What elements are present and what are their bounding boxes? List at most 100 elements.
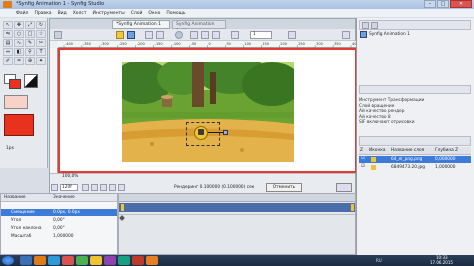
- smooth-move-icon[interactable]: ✥: [14, 21, 24, 29]
- menu-canvas[interactable]: Холст: [73, 11, 87, 16]
- sketch-icon[interactable]: ✐: [3, 57, 13, 65]
- ruler-label: 300: [316, 42, 323, 46]
- cutout-icon[interactable]: ✂: [36, 39, 46, 47]
- explorer-icon[interactable]: [20, 256, 32, 265]
- media-player-icon[interactable]: [34, 256, 46, 265]
- canvas-image[interactable]: [122, 62, 294, 162]
- grid-snap-icon[interactable]: [201, 31, 209, 39]
- param-row[interactable]: Масштаб 1,000000: [1, 233, 117, 240]
- mirror-icon[interactable]: ⇋: [3, 30, 13, 38]
- canvas-browser-item[interactable]: Synfig Animation 1: [369, 32, 410, 37]
- menu-help[interactable]: Помощь: [166, 11, 185, 16]
- opera-icon[interactable]: [62, 256, 74, 265]
- time-cursor-handle[interactable]: [121, 204, 124, 211]
- redo-icon[interactable]: [127, 31, 135, 39]
- quality-icon[interactable]: [175, 31, 183, 39]
- transform-icon[interactable]: ↖: [3, 21, 13, 29]
- ruler-label: 50: [226, 42, 230, 46]
- render-status-text: Рендеринг 0.100000 (0.100000) сек: [174, 185, 255, 190]
- maximize-button[interactable]: □: [437, 0, 449, 8]
- bone-icon[interactable]: ✦: [36, 57, 46, 65]
- keyframe-lock-icon[interactable]: [336, 183, 352, 192]
- menu-window[interactable]: Окно: [148, 11, 160, 16]
- minimize-button[interactable]: –: [424, 0, 436, 8]
- tab-document-active[interactable]: *Synfig Animation 1: [112, 20, 170, 29]
- grid-show-icon[interactable]: [190, 31, 198, 39]
- param-row[interactable]: Угол 0,00°: [1, 217, 117, 224]
- menu-edit[interactable]: Правка: [34, 11, 51, 16]
- param-row[interactable]: Угол наклона 0,00°: [1, 225, 117, 232]
- scale-icon[interactable]: ⤢: [25, 21, 35, 29]
- layer-depth: 1,000000: [435, 165, 456, 170]
- spline-icon[interactable]: ∿: [14, 39, 24, 47]
- app-icon-2[interactable]: [118, 256, 130, 265]
- layer-visible-checkbox[interactable]: ☑: [361, 164, 365, 169]
- zoom-icon[interactable]: ⊕: [25, 57, 35, 65]
- star-icon[interactable]: ☆: [36, 30, 46, 38]
- gradient-icon[interactable]: ▤: [3, 39, 13, 47]
- onion-past-field[interactable]: 1: [250, 31, 272, 39]
- layer-visible-checkbox[interactable]: ☑: [361, 156, 365, 161]
- render-icon[interactable]: [145, 31, 153, 39]
- circle-icon[interactable]: ○: [14, 30, 24, 38]
- onion-skin-icon[interactable]: [231, 31, 239, 39]
- eyedrop-icon[interactable]: ⚲: [25, 48, 35, 56]
- prev-frame-icon[interactable]: [91, 184, 98, 191]
- menu-file[interactable]: Файл: [16, 11, 28, 16]
- menu-tools[interactable]: Инструменты: [93, 11, 125, 16]
- params-tab-icon[interactable]: [362, 22, 369, 29]
- synfig-taskbar-icon[interactable]: [146, 256, 158, 265]
- brush-icon[interactable]: ♒: [14, 57, 24, 65]
- preview-icon[interactable]: [156, 31, 164, 39]
- rectangle-icon[interactable]: □: [25, 30, 35, 38]
- app-icon-3[interactable]: [132, 256, 144, 265]
- taskbar: RU 10:33 17.06.2015: [0, 255, 474, 266]
- gradient-preview[interactable]: [4, 95, 28, 109]
- menu-layer[interactable]: Слой: [131, 11, 143, 16]
- fill-icon[interactable]: ◧: [14, 48, 24, 56]
- background-icon[interactable]: [288, 31, 296, 39]
- layer-row[interactable]: ☑ 64_el_png.png 0,000000: [359, 156, 471, 163]
- next-frame-icon[interactable]: [109, 184, 116, 191]
- seek-end-icon[interactable]: [118, 184, 125, 191]
- menu-view[interactable]: Вид: [58, 11, 67, 16]
- chrome-icon[interactable]: [76, 256, 88, 265]
- fill-color-swatch[interactable]: [9, 79, 21, 89]
- param-row[interactable]: Смещение 0.0px, 0.0px: [1, 209, 117, 216]
- param-name: Масштаб: [11, 234, 32, 239]
- start-button-icon[interactable]: [2, 256, 14, 265]
- angle-duck-handle[interactable]: [223, 130, 228, 135]
- swap-colors-icon[interactable]: [24, 74, 38, 88]
- language-indicator[interactable]: RU: [376, 258, 382, 263]
- brush-preview[interactable]: [4, 114, 34, 136]
- animation-mode-icon[interactable]: [51, 184, 58, 191]
- ruler-label: 250: [298, 42, 305, 46]
- browser-icon[interactable]: [48, 256, 60, 265]
- guides-icon[interactable]: [212, 31, 220, 39]
- undo-icon[interactable]: [116, 31, 124, 39]
- tab-document-inactive[interactable]: Synfig Animation 1.sifz: [172, 20, 226, 34]
- draw-icon[interactable]: ✎: [25, 39, 35, 47]
- app-icon-1[interactable]: [104, 256, 116, 265]
- folder-app-icon[interactable]: [90, 256, 102, 265]
- close-button[interactable]: ✕: [450, 0, 472, 8]
- toggle-ducks-icon[interactable]: [342, 31, 350, 39]
- library-tab-icon[interactable]: [371, 22, 378, 29]
- width-icon[interactable]: ⇔: [3, 48, 13, 56]
- canvas-area[interactable]: [58, 48, 357, 173]
- text-icon[interactable]: T: [36, 48, 46, 56]
- seek-begin-icon[interactable]: [82, 184, 89, 191]
- layer-row[interactable]: ☑ 6849473.20.jpg 1,000000: [359, 164, 471, 171]
- waypoint-icon[interactable]: [119, 215, 125, 221]
- canvas-browser-toolbar: [359, 20, 471, 30]
- clock-date[interactable]: 17.06.2015: [430, 260, 453, 265]
- end-time-handle[interactable]: [351, 204, 354, 211]
- cancel-render-button[interactable]: Отменить: [266, 183, 302, 192]
- menu-caret-icon[interactable]: [54, 31, 62, 39]
- current-frame-field[interactable]: 120f: [60, 184, 78, 191]
- rotate-icon[interactable]: ↻: [36, 21, 46, 29]
- time-slider-track[interactable]: [119, 203, 355, 212]
- params-col-name: Название: [4, 195, 26, 200]
- params-header: Название Значение: [1, 194, 117, 202]
- play-icon[interactable]: [100, 184, 107, 191]
